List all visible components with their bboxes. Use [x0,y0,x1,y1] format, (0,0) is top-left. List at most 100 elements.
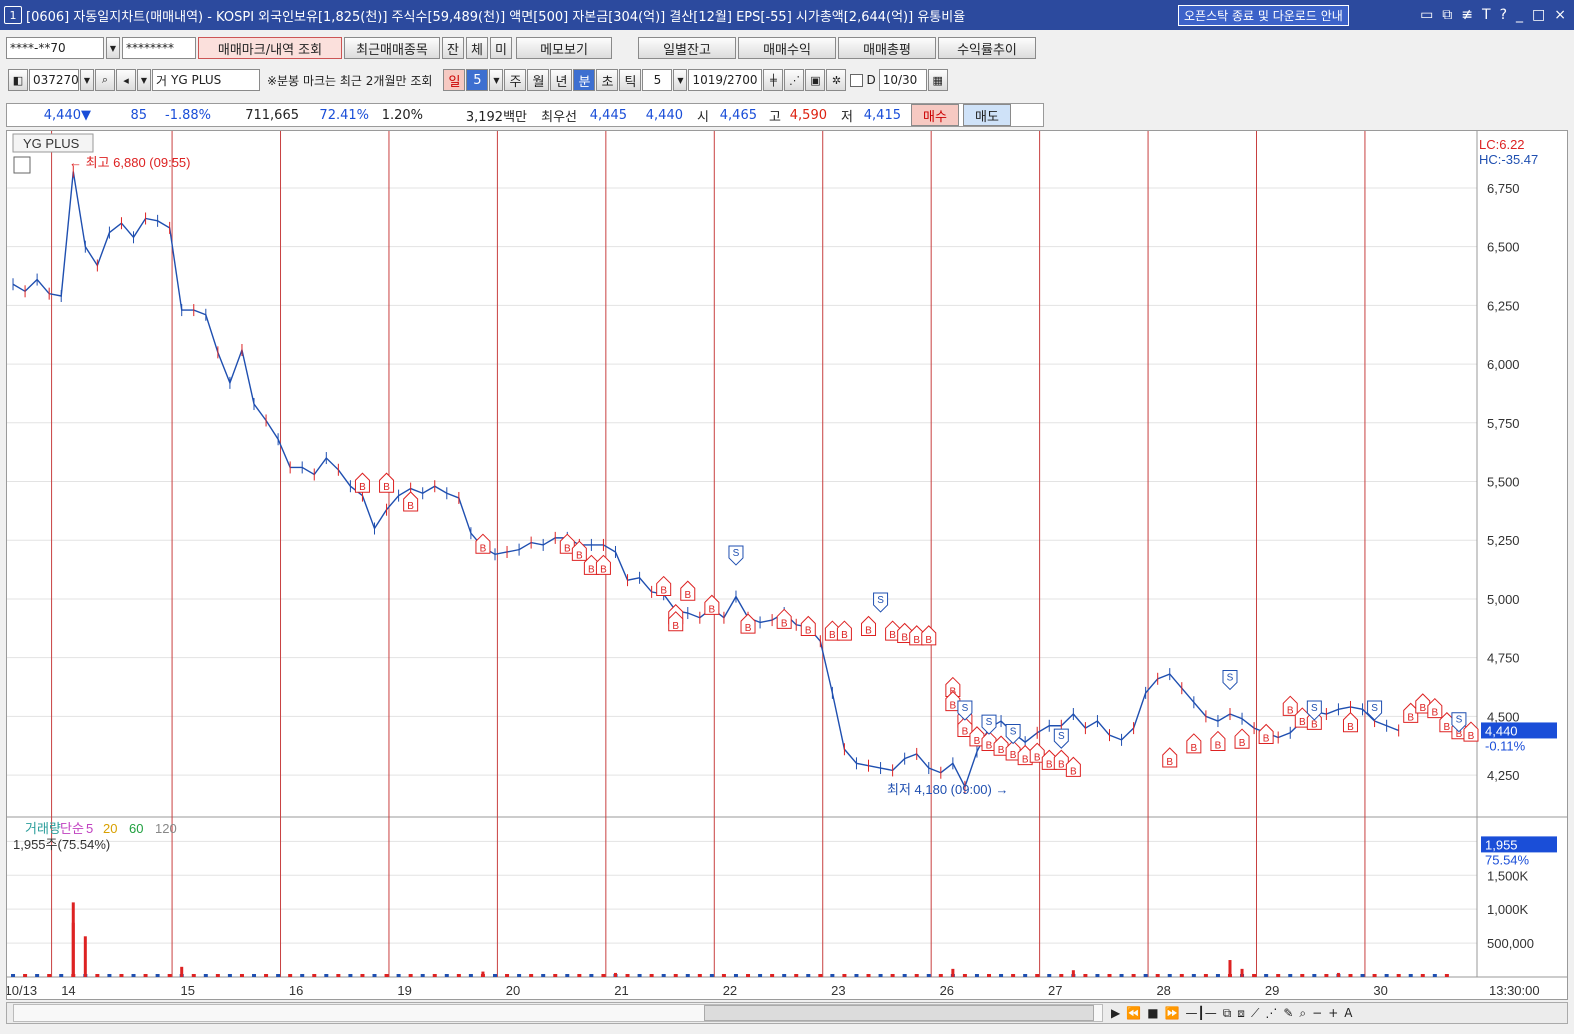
buy-mark-letter: B [1166,757,1173,768]
search-icon[interactable]: ⌕ [95,69,115,91]
font-icon[interactable]: T [1482,7,1491,23]
buy-mark-letter: B [1407,712,1414,723]
chart-controls: ▶ ⏪ ■ ⏩ —┃— ⧉ ⧈ ⟋ ⋰ ✎ ⌕ − + A [1111,1006,1352,1021]
price-chart[interactable]: 6,750 6,500 6,250 6,000 5,750 5,500 5,250 5,000… [7,131,1567,999]
volume-bar [951,968,955,977]
buy-mark-letter: B [986,741,993,752]
minimize-icon[interactable]: _ [1516,7,1523,23]
open-label: 시 [697,109,709,125]
period-day-button[interactable]: 일 [443,69,466,91]
stock-code-input[interactable]: 037270 [29,69,79,91]
account-dropdown-icon[interactable]: ▼ [106,37,120,59]
date-input[interactable]: 10/30 [878,69,927,91]
candle-type-icon[interactable]: ╪ [763,69,784,91]
indicator-icon[interactable]: ⋰ [784,69,805,91]
volume-bar [1300,974,1305,977]
volume-bar [1203,974,1208,977]
memo-button[interactable]: 메모보기 [516,37,612,59]
period-month-button[interactable]: 월 [527,69,550,91]
trade-mark-query-button[interactable]: 매매마크/내역 조회 [198,37,342,59]
buy-mark-letter: B [1046,759,1053,770]
zoom-slider-icon[interactable]: —┃— [1185,1006,1216,1021]
notice-button[interactable]: 오픈스탁 종료 및 다운로드 안내 [1178,4,1349,26]
daily-balance-button[interactable]: 일별잔고 [638,37,736,59]
volume-legend-item: 20 [103,821,117,836]
volume-bar [1095,974,1100,977]
chart-pane[interactable]: 6,750 6,500 6,250 6,000 5,750 5,500 5,250 5,000… [6,130,1568,1000]
volume-bar [59,974,64,977]
gear-icon[interactable]: ✲ [826,69,847,91]
return-trend-button[interactable]: 수익률추이 [938,37,1036,59]
filled-button[interactable]: 체 [466,37,488,59]
volume-bar [1071,970,1075,977]
sell-button[interactable]: 매도 [963,104,1011,126]
period-second-button[interactable]: 초 [596,69,619,91]
restore-icon[interactable]: ⧉ [1442,7,1452,23]
speaker-dropdown-icon[interactable]: ▼ [137,69,151,91]
zoom-out-icon[interactable]: − [1312,1006,1322,1021]
layout-toggle-icon[interactable]: ◧ [8,69,28,91]
interval-dropdown-icon[interactable]: ▼ [673,69,688,91]
day-count-dropdown-icon[interactable]: ▼ [489,69,504,91]
volume-bar [47,974,52,977]
magnifier-icon[interactable]: ⌕ [1299,1006,1306,1021]
play-icon[interactable]: ▶ [1111,1006,1120,1021]
price-tick-label: 5,250 [1487,533,1520,548]
stock-name-field[interactable]: 거 YG PLUS [152,69,260,91]
date-tick-label: 10/13 [7,983,37,998]
font-size-icon[interactable]: A [1344,1006,1352,1021]
zoom-in-icon[interactable]: + [1328,1006,1338,1021]
volume-legend-item: 60 [129,821,143,836]
volume-bar [553,974,558,977]
volume-bar [830,974,835,977]
unfilled-button[interactable]: 미 [490,37,512,59]
calendar-icon[interactable]: ▦ [927,69,948,91]
recent-trades-button[interactable]: 최근매매종목 [344,37,440,59]
volume: 711,665 [245,107,299,123]
compare-icon[interactable]: ⧈ [1237,1006,1245,1021]
buy-mark-letter: B [925,635,932,646]
date-checkbox[interactable] [850,73,864,87]
period-year-button[interactable]: 년 [550,69,573,91]
help-icon[interactable]: ? [1500,7,1507,23]
volume-bar [733,974,738,977]
horizontal-scrollbar[interactable] [13,1004,1103,1022]
line-tool-icon[interactable]: ⟋ [1251,1006,1259,1021]
volume-bar [1167,974,1172,977]
volume-bar [420,974,425,977]
trade-summary-button[interactable]: 매매총평 [838,37,936,59]
period-week-button[interactable]: 주 [504,69,527,91]
volume-tick-label: 1,500K [1487,868,1529,883]
volume-bar [227,974,232,977]
rewind-icon[interactable]: ⏪ [1126,1006,1141,1021]
layout-icon[interactable]: ▭ [1420,7,1433,23]
fastforward-icon[interactable]: ⏩ [1165,1006,1180,1021]
day-count-button[interactable]: 5 [466,69,489,91]
window-layout-icon[interactable]: ⧉ [1223,1006,1232,1021]
buy-button[interactable]: 매수 [911,104,959,126]
trade-profit-button[interactable]: 매매수익 [738,37,836,59]
period-minute-button[interactable]: 분 [573,69,596,91]
period-tick-button[interactable]: 틱 [619,69,642,91]
buy-mark-letter: B [1070,766,1077,777]
balance-button[interactable]: 잔 [442,37,464,59]
stop-icon[interactable]: ■ [1147,1006,1158,1021]
stock-code-dropdown-icon[interactable]: ▼ [80,69,94,91]
volume-bar [914,974,919,977]
count-field[interactable]: 1019/2700 [688,69,763,91]
buy-mark-letter: B [1022,755,1029,766]
maximize-icon[interactable]: □ [1532,7,1545,23]
volume-bar [11,974,16,977]
pin-icon[interactable]: ≢ [1461,7,1473,23]
speaker-icon[interactable]: ◂ [116,69,136,91]
password-input[interactable]: ******** [122,37,196,59]
lc-label: LC:6.22 [1479,137,1525,152]
save-icon[interactable]: ▣ [805,69,826,91]
draw-tool-icon[interactable]: ✎ [1283,1006,1293,1021]
interval-input[interactable]: 5 [642,69,673,91]
account-input[interactable]: ****-**70 [6,37,104,59]
volume-bar [938,974,943,977]
trend-tool-icon[interactable]: ⋰ [1265,1006,1277,1021]
close-icon[interactable]: × [1554,7,1566,23]
scrollbar-thumb[interactable] [704,1005,1094,1021]
